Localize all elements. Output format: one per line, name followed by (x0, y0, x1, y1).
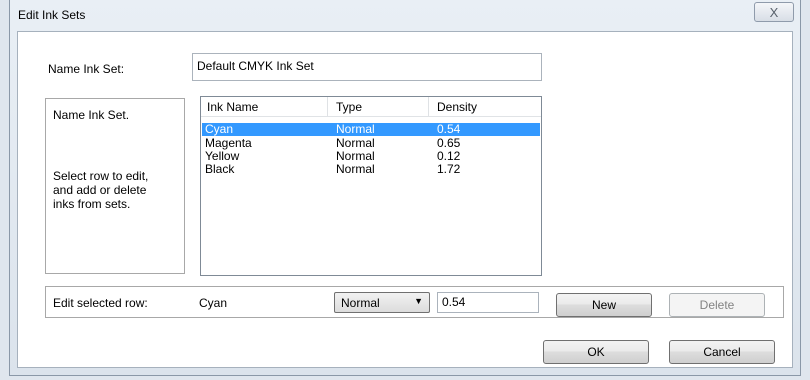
edit-ink-sets-dialog: Edit Ink Sets X Name Ink Set: Default CM… (9, 0, 801, 376)
type-cell: Normal (336, 162, 375, 176)
cancel-button[interactable]: Cancel (669, 340, 775, 364)
new-button[interactable]: New (556, 293, 652, 317)
help-text-line: Select row to edit, (53, 169, 149, 183)
ink-name-cell: Cyan (205, 122, 234, 136)
density-cell: 0.54 (437, 122, 461, 136)
density-cell: 1.72 (437, 162, 461, 176)
name-ink-set-value: Default CMYK Ink Set (197, 59, 314, 73)
type-cell: Normal (336, 122, 375, 136)
help-text-line: inks from sets. (53, 197, 131, 211)
new-button-label: New (591, 298, 616, 312)
ok-button[interactable]: OK (543, 340, 649, 364)
table-row[interactable]: Black Normal 1.72 (202, 163, 540, 176)
help-panel: Name Ink Set. Select row to edit, and ad… (45, 98, 185, 274)
delete-button[interactable]: Delete (669, 293, 765, 317)
help-text: Select row to edit, and add or delete in… (53, 169, 148, 211)
name-ink-set-label: Name Ink Set: (48, 62, 125, 76)
column-divider[interactable] (428, 97, 429, 116)
ink-name-cell: Black (205, 162, 235, 176)
column-header-type[interactable]: Type (336, 100, 362, 114)
close-button[interactable]: X (754, 2, 794, 22)
title-bar[interactable]: Edit Ink Sets X (10, 0, 800, 32)
selected-ink-name: Cyan (199, 296, 228, 310)
column-header-ink-name[interactable]: Ink Name (207, 100, 258, 114)
ok-button-label: OK (587, 345, 605, 359)
density-input-value: 0.54 (442, 295, 466, 309)
column-header-density[interactable]: Density (437, 100, 477, 114)
ink-list-table[interactable]: Ink Name Type Density Cyan Normal 0.54 M… (200, 96, 542, 276)
type-dropdown[interactable]: Normal ▼ (334, 292, 430, 313)
density-input[interactable]: 0.54 (437, 292, 539, 313)
edit-row-label: Edit selected row: (53, 296, 148, 310)
close-icon: X (769, 5, 779, 20)
delete-button-label: Delete (699, 298, 735, 312)
window-title: Edit Ink Sets (18, 8, 86, 22)
column-divider[interactable] (327, 97, 328, 116)
table-header: Ink Name Type Density (201, 97, 541, 117)
type-dropdown-value: Normal (341, 296, 380, 310)
help-text-line: and add or delete (53, 183, 147, 197)
cancel-button-label: Cancel (703, 345, 741, 359)
dialog-client-area: Name Ink Set: Default CMYK Ink Set Name … (17, 31, 793, 368)
chevron-down-icon: ▼ (414, 296, 423, 306)
table-row[interactable]: Cyan Normal 0.54 (202, 123, 540, 136)
help-title: Name Ink Set. (53, 108, 130, 122)
name-ink-set-input[interactable]: Default CMYK Ink Set (192, 53, 542, 81)
